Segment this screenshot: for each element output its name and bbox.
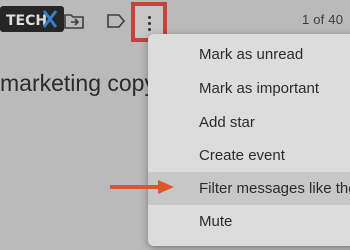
menu-item-label: Filter messages like the xyxy=(199,180,350,197)
menu-item-add-star[interactable]: Add star xyxy=(148,106,350,139)
menu-item-label: Add star xyxy=(199,114,255,131)
menu-item-label: Mark as unread xyxy=(199,46,304,63)
pointer-arrow-icon xyxy=(110,180,174,194)
menu-item-label: Create event xyxy=(199,147,285,164)
menu-item-mute[interactable]: Mute xyxy=(148,205,350,238)
more-options-menu: Mark as unread Mark as important Add sta… xyxy=(148,34,350,246)
menu-item-mark-as-unread[interactable]: Mark as unread xyxy=(148,38,350,71)
menu-item-filter-messages[interactable]: Filter messages like the xyxy=(148,172,350,205)
menu-item-label: Mark as important xyxy=(199,80,320,97)
menu-item-create-event[interactable]: Create event xyxy=(148,139,350,172)
menu-item-mark-as-important[interactable]: Mark as important xyxy=(148,72,350,105)
menu-item-label: Mute xyxy=(199,213,233,230)
